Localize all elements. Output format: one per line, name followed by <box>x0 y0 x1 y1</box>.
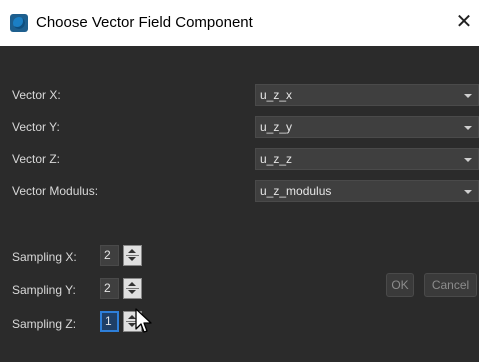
vector-modulus-label: Vector Modulus: <box>12 184 99 198</box>
chevron-down-icon <box>464 126 472 130</box>
ok-button[interactable]: OK <box>386 273 414 297</box>
chevron-down-icon <box>464 158 472 162</box>
divider <box>126 288 139 289</box>
sampling-z-label: Sampling Z: <box>12 317 77 331</box>
sampling-z-input[interactable]: 1 <box>100 311 119 332</box>
sampling-x-input[interactable]: 2 <box>100 245 119 266</box>
cancel-button[interactable]: Cancel <box>424 273 477 297</box>
vector-y-select[interactable]: u_z_y <box>255 116 479 138</box>
vector-z-select[interactable]: u_z_z <box>255 148 479 170</box>
sampling-x-label: Sampling X: <box>12 250 77 264</box>
arrow-up-icon[interactable] <box>128 249 136 253</box>
sampling-y-label: Sampling Y: <box>12 283 76 297</box>
chevron-down-icon <box>464 94 472 98</box>
divider <box>126 255 139 256</box>
arrow-down-icon[interactable] <box>128 257 136 261</box>
vector-y-value: u_z_y <box>260 120 293 134</box>
vector-modulus-select[interactable]: u_z_modulus <box>255 180 479 202</box>
mouse-cursor-icon <box>135 308 152 333</box>
chevron-down-icon <box>464 190 472 194</box>
vector-x-select[interactable]: u_z_x <box>255 84 479 106</box>
app-icon <box>10 14 28 32</box>
sampling-y-input[interactable]: 2 <box>100 278 119 299</box>
window-title: Choose Vector Field Component <box>36 14 253 31</box>
vector-x-label: Vector X: <box>12 88 61 102</box>
vector-modulus-value: u_z_modulus <box>260 184 332 198</box>
vector-z-value: u_z_z <box>260 152 293 166</box>
vector-y-label: Vector Y: <box>12 120 60 134</box>
sampling-x-stepper[interactable] <box>123 245 142 266</box>
vector-x-value: u_z_x <box>260 88 293 102</box>
close-icon[interactable]: ✕ <box>452 10 476 34</box>
title-bar: Choose Vector Field Component ✕ <box>0 0 479 46</box>
vector-z-label: Vector Z: <box>12 152 61 166</box>
arrow-up-icon[interactable] <box>128 282 136 286</box>
arrow-down-icon[interactable] <box>128 290 136 294</box>
sampling-y-stepper[interactable] <box>123 278 142 299</box>
